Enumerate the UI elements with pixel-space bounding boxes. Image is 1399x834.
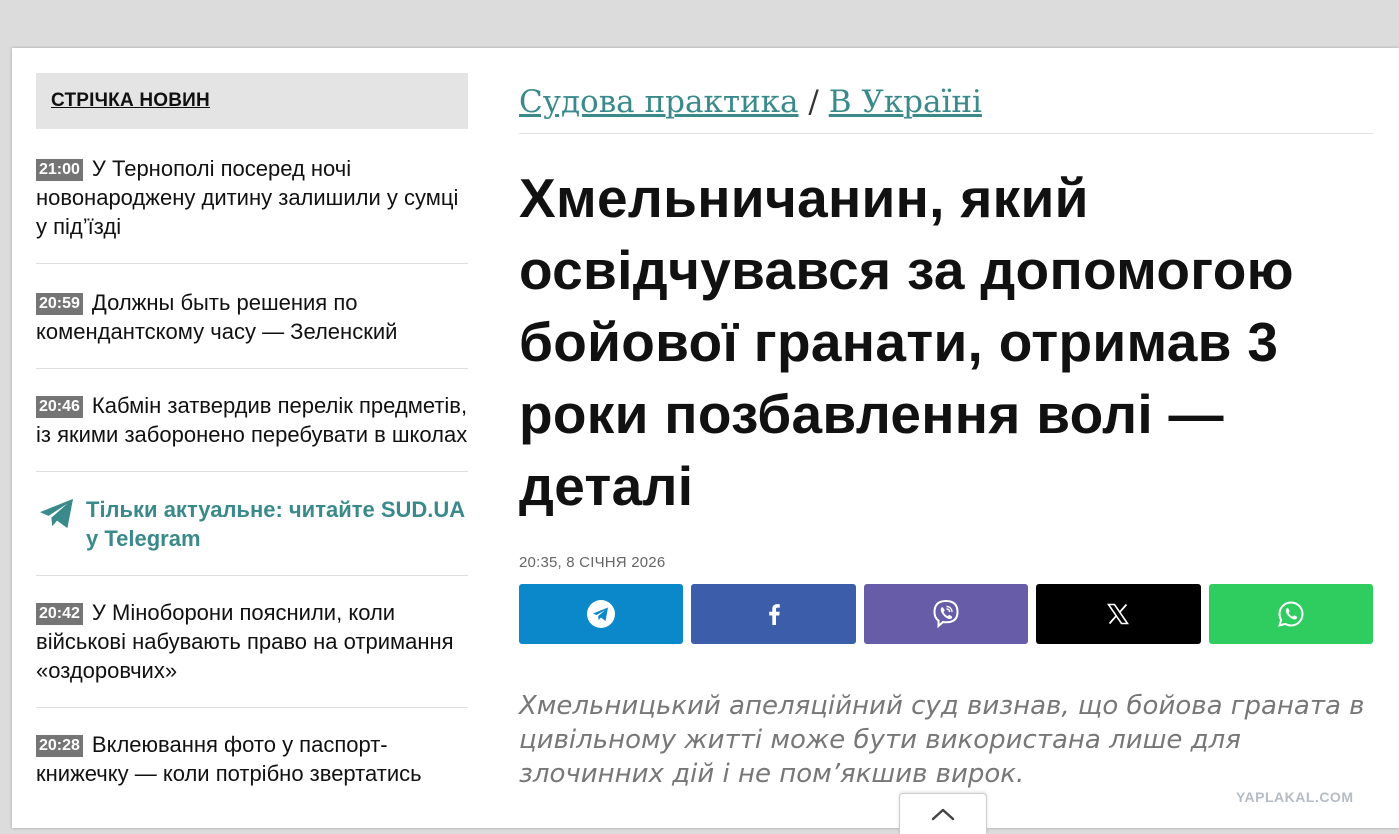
telegram-icon (587, 600, 616, 628)
news-time-badge: 20:59 (36, 293, 83, 315)
share-viber-button[interactable] (863, 584, 1029, 644)
share-facebook-button[interactable] (691, 584, 856, 644)
news-time-badge: 20:46 (36, 396, 83, 418)
news-feed-title[interactable]: СТРІЧКА НОВИН (51, 90, 210, 112)
news-feed-header: СТРІЧКА НОВИН (36, 73, 468, 129)
breadcrumb-separator: / (808, 84, 819, 120)
article-headline: Хмельничанин, який освідчувався за допом… (519, 167, 1294, 517)
whatsapp-icon (1277, 601, 1304, 627)
share-x-button[interactable] (1036, 584, 1201, 644)
news-item[interactable]: 21:00 У Тернополі посеред ночі новонародж… (36, 129, 468, 264)
telegram-icon (40, 498, 74, 529)
news-item[interactable]: 20:59 Должны быть решения по комендантско… (36, 264, 468, 369)
article: Судова практика / В Україні Хмельничанин… (519, 78, 1374, 817)
watermark: YAPLAKAL.COM (1236, 789, 1354, 805)
article-lead: Хмельницький апеляційний суд визнав, що … (519, 691, 1365, 789)
news-item-title[interactable]: Вклеювання фото у паспорт-книжечку — кол… (36, 732, 422, 786)
share-buttons (519, 584, 1374, 644)
telegram-promo[interactable]: Тільки актуальне: читайте SUD.UA у Teleg… (36, 472, 468, 576)
news-item[interactable]: 20:46 Кабмін затвердив перелік предметів,… (36, 369, 468, 472)
news-item-title[interactable]: У Тернополі посеред ночі новонароджену д… (36, 156, 458, 239)
news-feed-sidebar: СТРІЧКА НОВИН 21:00 У Тернополі посеред н… (36, 73, 468, 810)
news-time-badge: 21:00 (36, 159, 83, 181)
news-item-title[interactable]: Должны быть решения по комендантскому ча… (36, 290, 397, 344)
telegram-promo-text[interactable]: Тільки актуальне: читайте SUD.UA у Teleg… (86, 495, 468, 553)
page: СТРІЧКА НОВИН 21:00 У Тернополі посеред н… (12, 48, 1399, 828)
facebook-icon (768, 604, 780, 625)
news-item[interactable]: 20:42 У Міноборони пояснили, коли військо… (36, 576, 468, 708)
viber-icon (933, 599, 959, 629)
chevron-up-icon (931, 808, 955, 821)
news-item-title[interactable]: Кабмін затвердив перелік предметів, із я… (36, 393, 467, 447)
news-item[interactable]: 20:28 Вклеювання фото у паспорт-книжечку … (36, 708, 468, 810)
news-item-title[interactable]: У Міноборони пояснили, коли військові на… (36, 600, 454, 683)
breadcrumb-subsection-link[interactable]: В Україні (829, 84, 982, 120)
breadcrumb: Судова практика / В Україні (519, 78, 1373, 134)
breadcrumb-section-link[interactable]: Судова практика (519, 84, 799, 120)
x-icon (1107, 603, 1130, 625)
share-telegram-button[interactable] (519, 584, 684, 644)
news-time-badge: 20:42 (36, 603, 83, 625)
share-whatsapp-button[interactable] (1208, 584, 1374, 644)
article-date: 20:35, 8 СІЧНЯ 2026 (519, 554, 666, 571)
news-time-badge: 20:28 (36, 735, 83, 757)
